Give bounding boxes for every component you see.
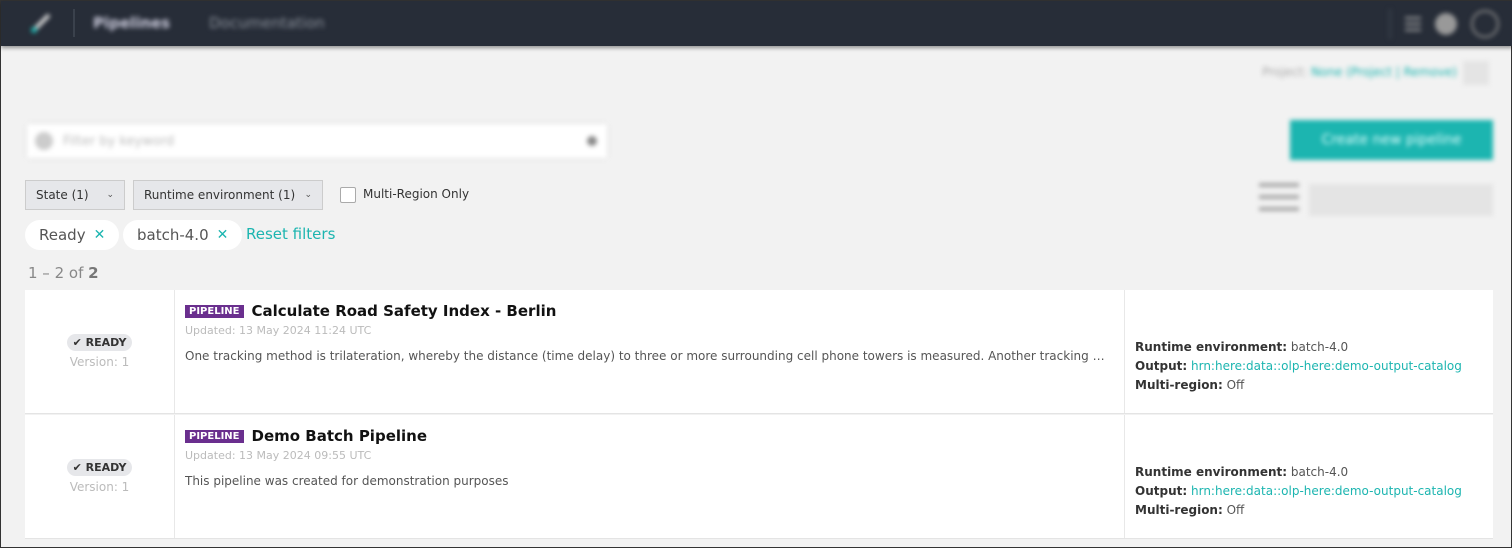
count-range: 1 – 2 of: [28, 264, 89, 282]
filter-chip-ready: Ready ✕: [25, 220, 120, 250]
version-label: Version: 1: [69, 480, 130, 494]
close-icon[interactable]: ✕: [217, 227, 229, 243]
multi-region-checkbox[interactable]: [340, 187, 356, 203]
header-divider: [73, 9, 75, 37]
pipeline-tag: PIPELINE: [185, 304, 244, 318]
create-pipeline-button[interactable]: Create new pipeline: [1290, 120, 1493, 160]
sort-select[interactable]: [1309, 184, 1493, 216]
runtime-info: Runtime environment: batch-4.0: [1135, 340, 1349, 354]
chip-label: Ready: [39, 226, 86, 244]
pipeline-description: One tracking method is trilateration, wh…: [185, 349, 1113, 363]
search-input[interactable]: Filter by keyword: [27, 124, 607, 158]
count-total: 2: [88, 264, 99, 282]
runtime-info: Runtime environment: batch-4.0: [1135, 465, 1349, 479]
pipeline-name[interactable]: Calculate Road Safety Index - Berlin: [252, 302, 557, 320]
status-badge: ✔ READY: [66, 459, 133, 476]
filter-chip-batch: batch-4.0 ✕: [123, 220, 243, 250]
chip-label: batch-4.0: [137, 226, 209, 244]
top-header: Pipelines Documentation: [1, 1, 1512, 46]
chevron-down-icon: ⌄: [304, 190, 312, 200]
status-badge: ✔ READY: [66, 334, 133, 351]
header-divider: [1389, 9, 1391, 39]
close-icon[interactable]: ✕: [94, 227, 106, 243]
pipeline-description: This pipeline was created for demonstrat…: [185, 474, 509, 488]
help-icon[interactable]: [1435, 13, 1457, 35]
menu-icon[interactable]: [1405, 17, 1421, 31]
multi-region-info: Multi-region: Off: [1135, 378, 1245, 392]
pipeline-row[interactable]: ✔ READY Version: 1 PIPELINE Calculate Road…: [25, 290, 1493, 414]
search-placeholder: Filter by keyword: [63, 133, 175, 149]
multi-region-label[interactable]: Multi-Region Only: [363, 187, 469, 201]
sort-label: [1259, 183, 1299, 217]
project-menu-button[interactable]: [1463, 61, 1489, 85]
reset-filters-link[interactable]: Reset filters: [246, 225, 335, 243]
output-info: Output: hrn:here:data::olp-here:demo-out…: [1135, 484, 1462, 498]
search-icon: [35, 132, 53, 150]
output-info: Output: hrn:here:data::olp-here:demo-out…: [1135, 359, 1462, 373]
state-filter-dropdown[interactable]: State (1) ⌄: [25, 180, 125, 210]
nav-pipelines[interactable]: Pipelines: [93, 14, 170, 32]
runtime-filter-label: Runtime environment (1): [144, 188, 296, 202]
updated-timestamp: Updated: 13 May 2024 09:55 UTC: [185, 449, 372, 462]
output-catalog-link[interactable]: hrn:here:data::olp-here:demo-output-cata…: [1191, 359, 1462, 373]
app-logo-icon[interactable]: [29, 11, 53, 35]
pipeline-tag: PIPELINE: [185, 429, 244, 443]
runtime-filter-dropdown[interactable]: Runtime environment (1) ⌄: [133, 180, 323, 210]
avatar[interactable]: [1471, 10, 1499, 38]
result-count: 1 – 2 of 2: [28, 264, 99, 282]
pipeline-name[interactable]: Demo Batch Pipeline: [252, 427, 427, 445]
pipeline-row[interactable]: ✔ READY Version: 1 PIPELINE Demo Batch Pip…: [25, 415, 1493, 539]
state-filter-label: State (1): [36, 188, 89, 202]
nav-documentation[interactable]: Documentation: [209, 14, 325, 32]
project-selector[interactable]: Project: None (Project | Remove): [1262, 65, 1457, 79]
updated-timestamp: Updated: 13 May 2024 11:24 UTC: [185, 324, 372, 337]
version-label: Version: 1: [69, 355, 130, 369]
chevron-down-icon: ⌄: [106, 190, 114, 200]
multi-region-info: Multi-region: Off: [1135, 503, 1245, 517]
clear-icon[interactable]: [587, 136, 597, 146]
output-catalog-link[interactable]: hrn:here:data::olp-here:demo-output-cata…: [1191, 484, 1462, 498]
